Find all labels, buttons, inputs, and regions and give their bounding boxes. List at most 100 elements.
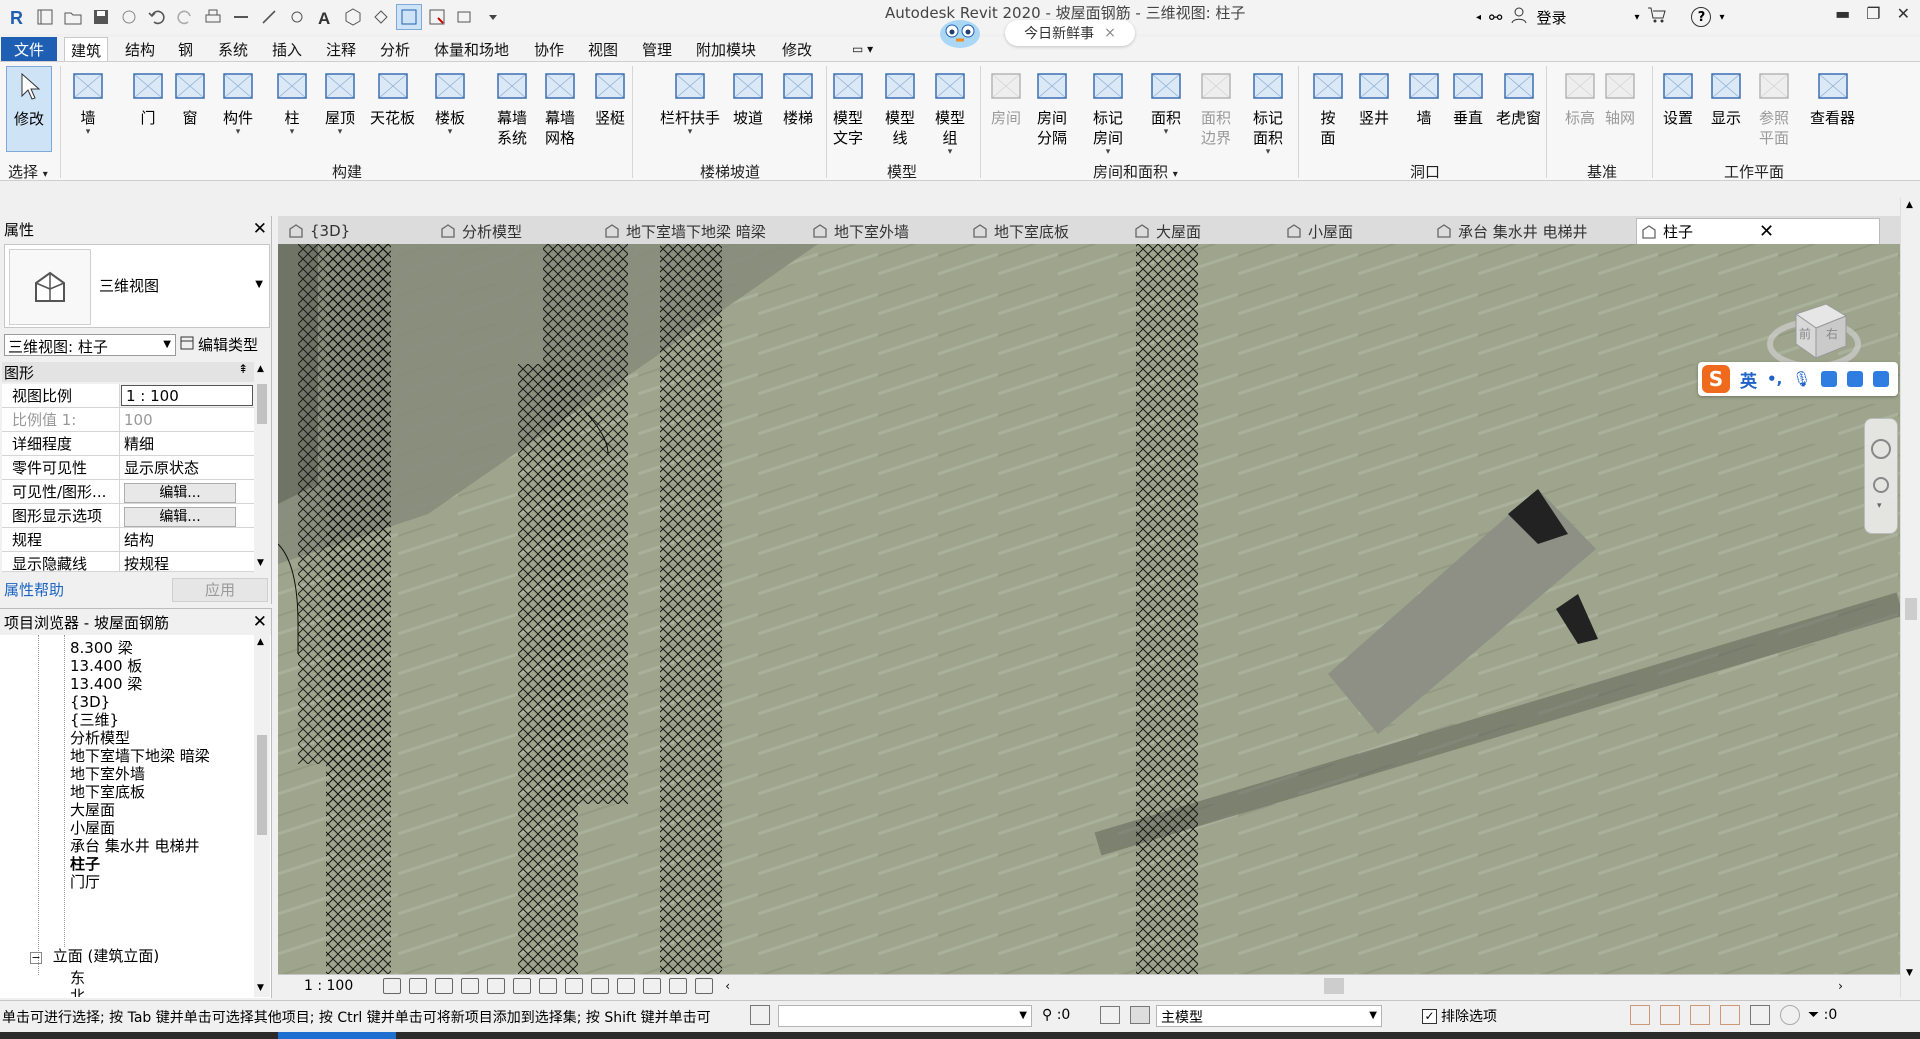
- room-tool-button[interactable]: 房间: [986, 66, 1026, 128]
- undo-icon[interactable]: [144, 4, 170, 30]
- view-tab[interactable]: 大屋面: [1130, 218, 1201, 244]
- tree-item-north[interactable]: 北: [70, 985, 85, 997]
- parts-visibility-field[interactable]: 显示原状态: [120, 456, 254, 479]
- zoom-icon[interactable]: [1873, 477, 1889, 493]
- default-3d-view-icon[interactable]: [340, 4, 366, 30]
- section-icon[interactable]: [368, 4, 394, 30]
- worksets-icon[interactable]: [750, 1005, 770, 1025]
- panel-select-label[interactable]: 选择 ▾: [8, 161, 48, 182]
- panel-room-area-label[interactable]: 房间和面积 ▾: [1093, 161, 1178, 182]
- tab-file[interactable]: 文件: [1, 37, 57, 61]
- scroll-down-icon[interactable]: ▼: [1906, 968, 1913, 978]
- filter-count[interactable]: ⏷ :0: [1808, 1007, 1837, 1023]
- wall-opening-tool-button[interactable]: 墙: [1404, 66, 1444, 128]
- chevron-down-icon[interactable]: ▾: [948, 148, 953, 157]
- tab-insert[interactable]: 插入: [266, 37, 308, 61]
- stair-tool-button[interactable]: 楼梯: [778, 66, 818, 128]
- viewcube-right-label[interactable]: 右: [1826, 326, 1838, 341]
- chevron-down-icon[interactable]: ▾: [688, 128, 693, 137]
- detail-level-field[interactable]: 精细: [120, 432, 254, 455]
- component-tool-button[interactable]: 构件 ▾: [218, 66, 258, 137]
- by-face-tool-button[interactable]: 按 面: [1308, 66, 1348, 148]
- tab-architecture[interactable]: 建筑: [64, 37, 109, 61]
- shaft-tool-button[interactable]: 竖井: [1354, 66, 1394, 128]
- checkbox-icon[interactable]: ✓: [1422, 1008, 1437, 1024]
- save-icon[interactable]: [88, 4, 114, 30]
- ref-plane-tool-button[interactable]: 参照 平面: [1754, 66, 1794, 148]
- chevron-down-icon[interactable]: ▾: [290, 128, 295, 137]
- set-workplane-tool-button[interactable]: 设置: [1658, 66, 1698, 128]
- properties-scrollbar[interactable]: ▲ ▼: [254, 362, 270, 572]
- switch-windows-icon[interactable]: [452, 4, 478, 30]
- analytical-model-icon[interactable]: [643, 977, 662, 994]
- workset-select[interactable]: ▼: [778, 1005, 1032, 1027]
- close-window-icon[interactable]: ✕: [1897, 4, 1910, 23]
- chevron-down-icon[interactable]: ▾: [1164, 128, 1169, 137]
- chevron-down-icon[interactable]: ▾: [338, 128, 343, 137]
- chevron-down-icon[interactable]: ▾: [1106, 148, 1111, 157]
- tag-area-tool-button[interactable]: 标记 面积 ▾: [1248, 66, 1288, 157]
- scroll-thumb[interactable]: [257, 384, 267, 424]
- thin-lines-icon[interactable]: [396, 4, 422, 30]
- cart-icon[interactable]: [1647, 6, 1667, 28]
- unlocked-view-icon[interactable]: [565, 977, 584, 994]
- open-document-icon[interactable]: [32, 4, 58, 30]
- tab-annotate[interactable]: 注释: [320, 37, 362, 61]
- tab-analyze[interactable]: 分析: [374, 37, 416, 61]
- curtain-grid-tool-button[interactable]: 幕墙 网格: [540, 66, 580, 148]
- text-icon[interactable]: A: [312, 4, 338, 30]
- chevron-down-icon[interactable]: ▾: [1719, 12, 1724, 23]
- tab-addins[interactable]: 附加模块: [690, 37, 762, 61]
- scroll-thumb[interactable]: [1905, 598, 1917, 620]
- horizontal-scroll-thumb[interactable]: [1324, 978, 1344, 994]
- scroll-up-icon[interactable]: ▲: [1906, 200, 1913, 210]
- collapse-toggle-icon[interactable]: −: [30, 952, 42, 964]
- sun-path-icon[interactable]: [435, 977, 454, 994]
- crop-view-icon[interactable]: [513, 977, 532, 994]
- scroll-thumb[interactable]: [257, 735, 267, 835]
- chevron-down-icon[interactable]: ▾: [1634, 12, 1639, 23]
- door-tool-button[interactable]: 门: [128, 66, 168, 128]
- view-tab[interactable]: 承台 集水井 电梯井: [1432, 218, 1588, 244]
- measure-icon[interactable]: [228, 4, 254, 30]
- chevron-down-icon[interactable]: ▾: [236, 128, 241, 137]
- customize-qat-icon[interactable]: [480, 4, 506, 30]
- level-tool-button[interactable]: 标高: [1560, 66, 1600, 128]
- close-icon[interactable]: ✕: [253, 612, 267, 632]
- vertical-scrollbar[interactable]: ▲ ▼: [1900, 198, 1920, 998]
- tab-massing-site[interactable]: 体量和场地: [428, 37, 515, 61]
- close-icon[interactable]: ×: [1104, 25, 1116, 41]
- curtain-system-tool-button[interactable]: 幕墙 系统: [492, 66, 532, 148]
- properties-help-link[interactable]: 属性帮助: [4, 579, 64, 600]
- drag-on-selection-icon[interactable]: [1750, 1005, 1770, 1025]
- tree-group-elevations[interactable]: − 立面 (建筑立面): [30, 945, 159, 967]
- hidden-lines-field[interactable]: 按规程: [120, 552, 254, 571]
- detail-level-icon[interactable]: [383, 977, 402, 994]
- exclude-options-checkbox[interactable]: ✓ 排除选项: [1422, 1006, 1497, 1026]
- view-tab[interactable]: 地下室墙下地梁 暗梁: [600, 218, 766, 244]
- ime-language-toggle[interactable]: 英: [1740, 367, 1757, 392]
- view-tab[interactable]: 地下室底板: [968, 218, 1069, 244]
- vertical-opening-tool-button[interactable]: 垂直: [1448, 66, 1488, 128]
- ramp-tool-button[interactable]: 坡道: [728, 66, 768, 128]
- binoculars-icon[interactable]: ⚯: [1489, 8, 1502, 27]
- login-link[interactable]: 登录: [1536, 7, 1566, 28]
- active-model-select[interactable]: 主模型 ▼: [1156, 1005, 1382, 1027]
- tag-room-tool-button[interactable]: 标记 房间 ▾: [1088, 66, 1128, 157]
- view-tab[interactable]: 分析模型: [436, 218, 522, 244]
- close-hidden-windows-icon[interactable]: [424, 4, 450, 30]
- minimize-icon[interactable]: ▬: [1835, 4, 1850, 23]
- tab-view[interactable]: 视图: [582, 37, 624, 61]
- scroll-up-icon[interactable]: ▲: [257, 637, 264, 647]
- viewer-tool-button[interactable]: 查看器: [1810, 66, 1855, 128]
- mullion-tool-button[interactable]: 竖梃: [590, 66, 630, 128]
- dormer-tool-button[interactable]: 老虎窗: [1496, 66, 1541, 128]
- close-icon[interactable]: ✕: [1759, 221, 1774, 242]
- property-group-graphics[interactable]: 图形 ⇞: [2, 362, 254, 382]
- select-links-icon[interactable]: [1630, 1005, 1650, 1025]
- redo-icon[interactable]: [172, 4, 198, 30]
- view-tab[interactable]: 地下室外墙: [808, 218, 909, 244]
- select-pinned-icon[interactable]: [1690, 1005, 1710, 1025]
- revit-logo-icon[interactable]: R: [4, 4, 30, 30]
- select-by-face-icon[interactable]: [1720, 1005, 1740, 1025]
